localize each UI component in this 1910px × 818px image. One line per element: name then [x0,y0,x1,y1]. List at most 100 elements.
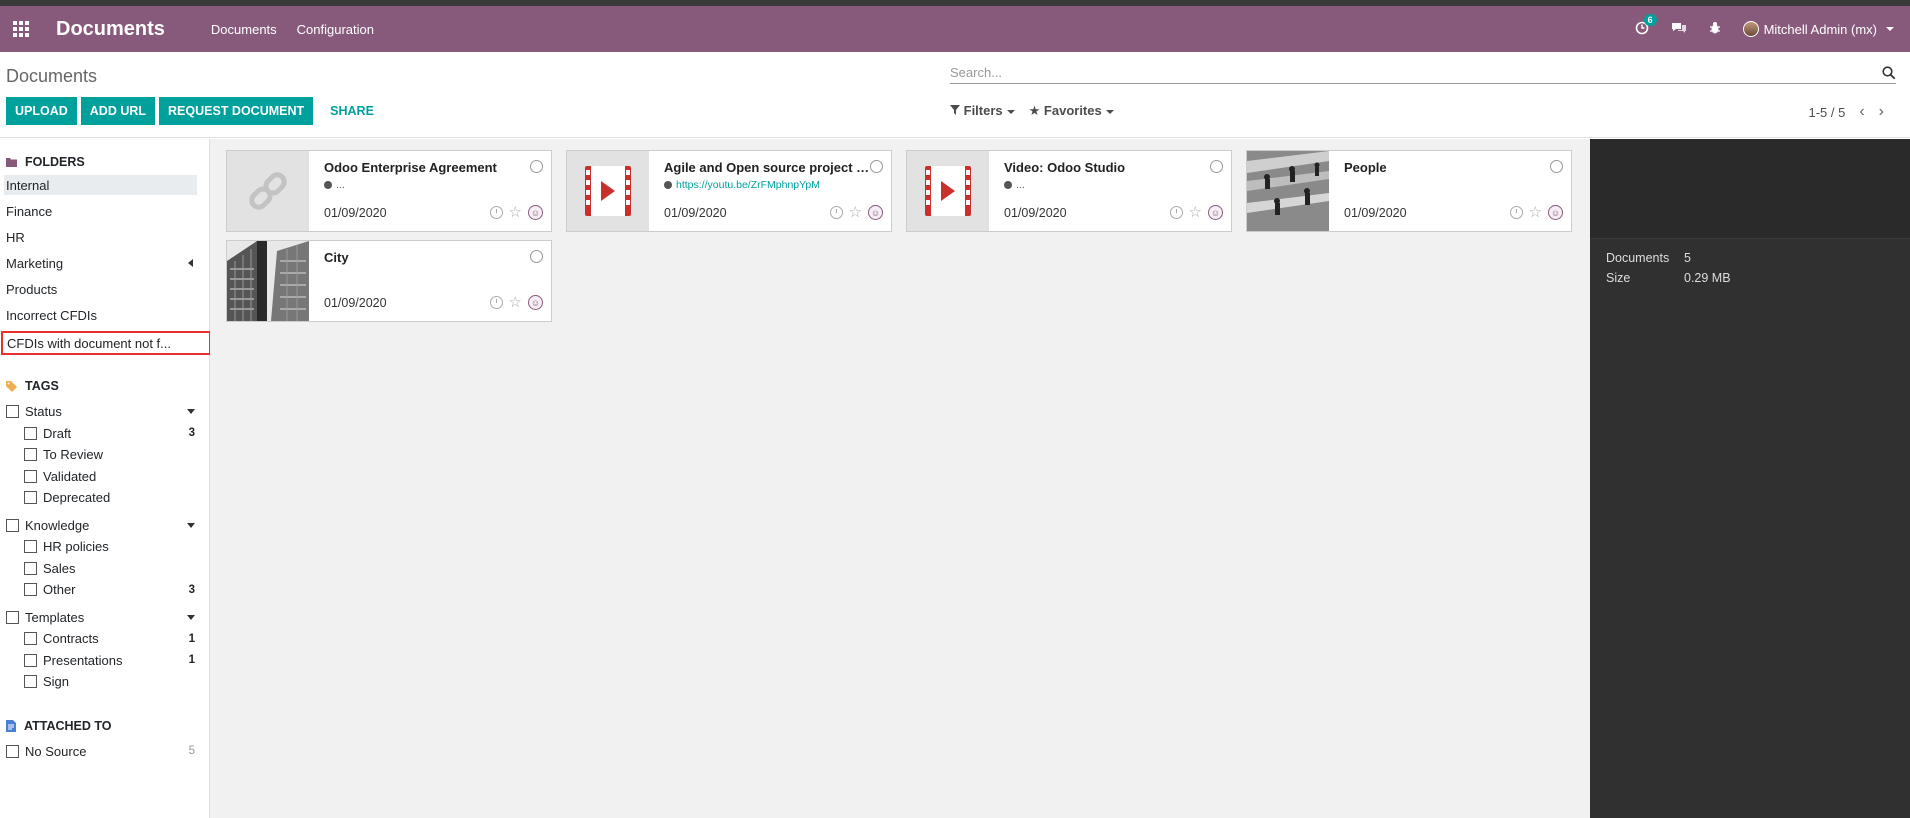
select-radio[interactable] [1550,160,1563,173]
document-url-link[interactable]: https://youtu.be/ZrFMphnpYpM [676,179,820,191]
checkbox[interactable] [24,491,37,505]
star-icon[interactable]: ☆ [1529,205,1542,220]
request-document-button[interactable]: REQUEST DOCUMENT [159,97,314,125]
star-icon[interactable]: ☆ [1189,205,1202,220]
chevron-right-icon[interactable]: › [1879,103,1884,121]
user-menu[interactable]: Mitchell Admin (mx) [1742,21,1894,37]
tag-item[interactable]: HR policies [24,536,209,558]
document-thumbnail[interactable] [567,151,649,231]
caret-left-icon[interactable] [188,259,193,267]
document-card[interactable]: City 01/09/2020 ☆ ☺ [226,240,552,322]
tag-item[interactable]: Sign [24,671,209,693]
menu-documents[interactable]: Documents [211,22,277,37]
checkbox[interactable] [24,426,37,440]
control-panel: Documents UPLOAD ADD URL REQUEST DOCUMEN… [0,52,1910,138]
folder-hr[interactable]: HR [4,227,197,247]
attached-item[interactable]: No Source 5 [6,741,209,763]
tag-item[interactable]: To Review [24,444,209,466]
select-radio[interactable] [870,160,883,173]
filters-dropdown[interactable]: Filters [950,103,1015,119]
activity-icon[interactable]: 6 [1635,13,1657,38]
owner-avatar[interactable]: ☺ [868,205,883,220]
folder-marketing[interactable]: Marketing [4,253,197,273]
tag-group-header[interactable]: Templates [6,607,209,629]
document-card[interactable]: Video: Odoo Studio ... 01/09/2020 ☆ ☺ [906,150,1232,232]
tag-group-header[interactable]: Knowledge [6,515,209,537]
document-thumbnail[interactable] [1247,151,1329,231]
tag-item[interactable]: Other 3 [24,579,209,601]
caret-down-icon[interactable] [187,522,195,528]
document-card[interactable]: People 01/09/2020 ☆ ☺ [1246,150,1572,232]
tag-item[interactable]: Deprecated [24,487,209,509]
search-input[interactable] [950,65,1882,80]
checkbox[interactable] [24,561,37,575]
star-icon[interactable]: ☆ [849,205,862,220]
select-radio[interactable] [530,160,543,173]
checkbox[interactable] [24,675,37,689]
share-button[interactable]: SHARE [321,97,383,125]
tag-group-header[interactable]: Status [6,401,209,423]
select-radio[interactable] [530,250,543,263]
caret-down-icon[interactable] [187,409,195,415]
select-radio[interactable] [1210,160,1223,173]
tag-item[interactable]: Contracts 1 [24,628,209,650]
folder-cfdis-document-not-found[interactable]: CFDIs with document not f... [1,331,211,355]
folder-products[interactable]: Products [4,279,197,299]
messaging-icon[interactable] [1671,21,1687,38]
activity-clock-icon[interactable] [1509,206,1523,219]
document-name[interactable]: City [324,250,534,265]
navbar-systray: 6 Mitchell Admin (mx) [1635,13,1894,38]
document-thumbnail[interactable] [907,151,989,231]
activity-clock-icon[interactable] [489,206,503,219]
document-thumbnail[interactable] [227,241,309,321]
tag-item[interactable]: Draft 3 [24,423,209,445]
document-name[interactable]: Agile and Open source project m... [664,160,874,175]
pager-value[interactable]: 1-5 / 5 [1808,105,1845,120]
document-card[interactable]: Odoo Enterprise Agreement ... 01/09/2020… [226,150,552,232]
activity-clock-icon[interactable] [829,206,843,219]
star-icon[interactable]: ☆ [509,205,522,220]
apps-menu-icon[interactable] [6,14,36,44]
tag-group-name: Knowledge [25,517,90,533]
owner-avatar[interactable]: ☺ [528,205,543,220]
checkbox[interactable] [24,540,37,554]
owner-avatar[interactable]: ☺ [1208,205,1223,220]
caret-down-icon[interactable] [187,614,195,620]
checkbox[interactable] [24,653,37,667]
folder-incorrect-cfdis[interactable]: Incorrect CFDIs [4,305,197,325]
document-name[interactable]: Video: Odoo Studio [1004,160,1214,175]
checkbox[interactable] [24,632,37,646]
debug-bug-icon[interactable] [1709,21,1721,38]
checkbox[interactable] [6,518,19,532]
add-url-button[interactable]: ADD URL [80,97,156,125]
document-card[interactable]: Agile and Open source project m... https… [566,150,892,232]
tag-item[interactable]: Sales [24,558,209,580]
owner-avatar[interactable]: ☺ [528,295,543,310]
star-icon[interactable]: ☆ [509,295,522,310]
search-icon[interactable] [1882,65,1896,80]
checkbox[interactable] [6,744,19,758]
document-url-text: ... [1016,179,1025,191]
document-name[interactable]: Odoo Enterprise Agreement [324,160,534,175]
folder-finance[interactable]: Finance [4,201,197,221]
checkbox[interactable] [24,448,37,462]
video-icon [925,166,971,216]
checkbox[interactable] [6,405,19,419]
folder-internal[interactable]: Internal [4,175,197,195]
activity-clock-icon[interactable] [1169,206,1183,219]
app-brand[interactable]: Documents [56,18,165,41]
tag-item[interactable]: Presentations 1 [24,650,209,672]
owner-avatar[interactable]: ☺ [1548,205,1563,220]
checkbox[interactable] [24,583,37,597]
favorites-dropdown[interactable]: ★ Favorites [1029,103,1114,119]
checkbox[interactable] [24,469,37,483]
document-name[interactable]: People [1344,160,1554,175]
activity-clock-icon[interactable] [489,296,503,309]
upload-button[interactable]: UPLOAD [6,97,77,125]
user-name: Mitchell Admin (mx) [1763,21,1877,37]
tag-item[interactable]: Validated [24,466,209,488]
checkbox[interactable] [6,610,19,624]
chevron-left-icon[interactable]: ‹ [1859,103,1864,121]
menu-configuration[interactable]: Configuration [297,22,374,37]
document-thumbnail[interactable] [227,151,309,231]
